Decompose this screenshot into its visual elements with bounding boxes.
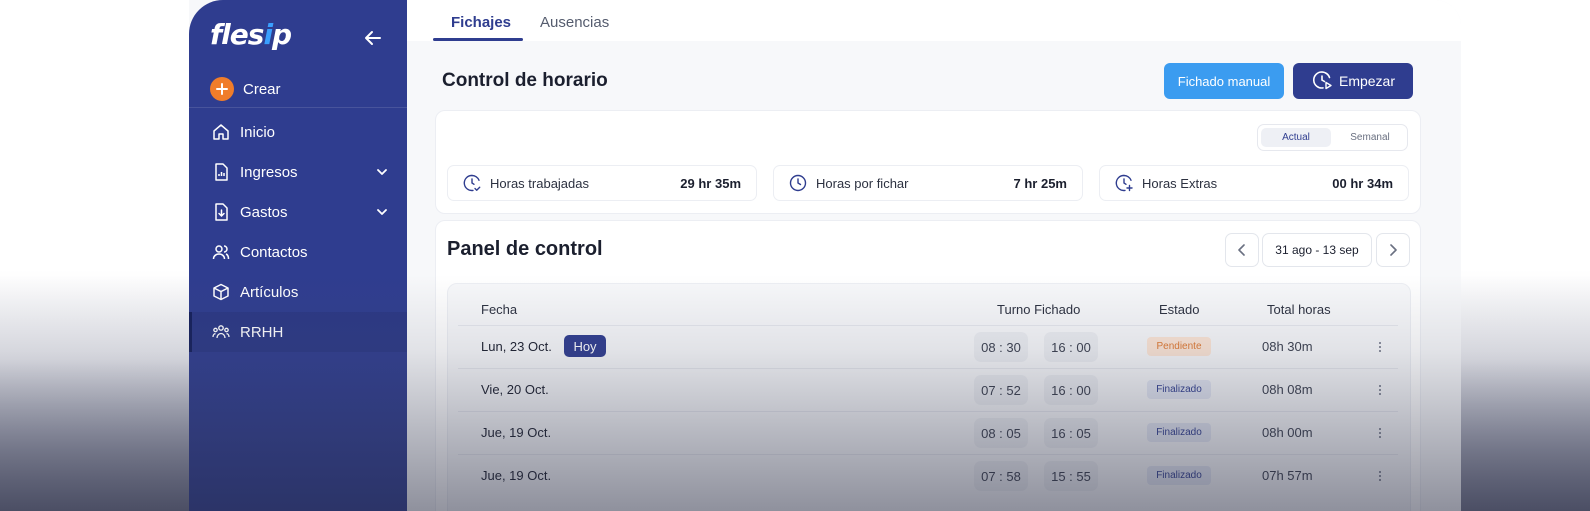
- sidebar-item-label: Artículos: [240, 283, 299, 301]
- clock-out-time[interactable]: 15 : 55: [1044, 461, 1098, 491]
- stat-label: Horas Extras: [1142, 176, 1218, 191]
- manual-clock-label: Fichado manual: [1177, 73, 1271, 89]
- stat-value: 7 hr 25m: [1013, 176, 1067, 191]
- column-header-status: Estado: [1159, 302, 1200, 317]
- toggle-actual[interactable]: Actual: [1261, 128, 1331, 147]
- sidebar-item-gastos[interactable]: Gastos: [189, 192, 407, 232]
- stat-value: 29 hr 35m: [680, 176, 741, 191]
- tab-fichajes[interactable]: Fichajes: [451, 14, 511, 31]
- stat-extra-hours: Horas Extras 00 hr 34m: [1099, 165, 1409, 201]
- sidebar-item-label: RRHH: [240, 323, 284, 341]
- column-header-total: Total horas: [1267, 302, 1331, 317]
- clock-icon: [789, 174, 807, 192]
- sidebar: flesip flesip Crear Inicio Ingres: [189, 0, 407, 511]
- clock-out-time[interactable]: 16 : 05: [1044, 418, 1098, 448]
- row-total: 08h 30m: [1262, 339, 1313, 354]
- stat-value: 00 hr 34m: [1332, 176, 1393, 191]
- sidebar-divider: [189, 107, 407, 108]
- row-total: 08h 00m: [1262, 425, 1313, 440]
- sidebar-item-label: Ingresos: [240, 163, 298, 181]
- active-tab-indicator: [433, 38, 523, 41]
- clock-check-icon: [463, 174, 481, 192]
- sidebar-item-label: Contactos: [240, 243, 308, 261]
- start-label: Empezar: [1338, 73, 1396, 89]
- sidebar-item-inicio[interactable]: Inicio: [189, 112, 407, 152]
- chevron-right-icon: [1390, 244, 1397, 256]
- row-date: Vie, 20 Oct.: [481, 382, 549, 397]
- clock-plus-icon: [1115, 174, 1133, 192]
- date-range-selector[interactable]: 31 ago - 13 sep: [1262, 233, 1372, 267]
- stat-label: Horas por fichar: [816, 176, 909, 191]
- table-row[interactable]: Jue, 19 Oct. 07 : 58 15 : 55 Finalizado …: [458, 454, 1398, 498]
- box-icon: [211, 282, 231, 302]
- clock-out-time[interactable]: 16 : 00: [1044, 375, 1098, 405]
- control-panel-card: Panel de control 31 ago - 13 sep Fecha T…: [435, 220, 1421, 511]
- home-icon: [211, 122, 231, 142]
- table-row[interactable]: Lun, 23 Oct. Hoy 08 : 30 16 : 00 Pendien…: [458, 325, 1398, 369]
- row-total: 08h 08m: [1262, 382, 1313, 397]
- arrow-left-icon[interactable]: [363, 28, 383, 48]
- prev-period-button[interactable]: [1225, 233, 1259, 267]
- more-options-icon[interactable]: [1373, 467, 1387, 485]
- clock-in-time[interactable]: 08 : 30: [974, 332, 1028, 362]
- page-title: Control de horario: [442, 70, 608, 91]
- chevron-down-icon[interactable]: [375, 205, 389, 219]
- status-badge: Finalizado: [1147, 466, 1211, 485]
- plus-icon: [210, 77, 234, 101]
- stat-label: Horas trabajadas: [490, 176, 589, 191]
- sidebar-item-label: Gastos: [240, 203, 288, 221]
- chevron-left-icon: [1238, 244, 1245, 256]
- clock-in-time[interactable]: 07 : 52: [974, 375, 1028, 405]
- sidebar-nav: Inicio Ingresos Gastos Contactos Artícul…: [189, 112, 407, 352]
- row-total: 07h 57m: [1262, 468, 1313, 483]
- stat-worked-hours: Horas trabajadas 29 hr 35m: [447, 165, 757, 201]
- row-date: Lun, 23 Oct.: [481, 339, 552, 354]
- toggle-semanal[interactable]: Semanal: [1336, 128, 1404, 147]
- row-date: Jue, 19 Oct.: [481, 468, 552, 483]
- more-options-icon[interactable]: [1373, 338, 1387, 356]
- app-window: flesip flesip Crear Inicio Ingres: [189, 0, 1461, 511]
- table-row[interactable]: Vie, 20 Oct. 07 : 52 16 : 00 Finalizado …: [458, 368, 1398, 412]
- panel-title: Panel de control: [447, 238, 603, 260]
- summary-card: Actual Semanal Horas trabajadas 29 hr 35…: [435, 110, 1421, 214]
- sidebar-item-rrhh[interactable]: RRHH: [189, 312, 407, 352]
- tab-ausencias[interactable]: Ausencias: [540, 14, 609, 31]
- main-content: Fichajes Ausencias Control de horario Fi…: [407, 0, 1461, 511]
- status-badge: Finalizado: [1147, 380, 1211, 399]
- create-button[interactable]: Crear: [210, 77, 281, 101]
- sidebar-item-label: Inicio: [240, 123, 276, 141]
- start-button[interactable]: Empezar: [1293, 63, 1413, 99]
- sidebar-item-ingresos[interactable]: Ingresos: [189, 152, 407, 192]
- sidebar-item-contactos[interactable]: Contactos: [189, 232, 407, 272]
- timesheet-table: Fecha Turno Fichado Estado Total horas L…: [447, 283, 1411, 511]
- create-label: Crear: [243, 80, 281, 98]
- users-icon: [211, 242, 231, 262]
- chevron-down-icon[interactable]: [375, 165, 389, 179]
- sidebar-item-articulos[interactable]: Artículos: [189, 272, 407, 312]
- clock-play-icon: [1311, 69, 1333, 94]
- column-header-date: Fecha: [481, 302, 518, 317]
- more-options-icon[interactable]: [1373, 381, 1387, 399]
- clock-in-time[interactable]: 08 : 05: [974, 418, 1028, 448]
- stat-pending-hours: Horas por fichar 7 hr 25m: [773, 165, 1083, 201]
- more-options-icon[interactable]: [1373, 424, 1387, 442]
- tab-bar: Fichajes Ausencias: [407, 0, 1461, 41]
- status-badge: Pendiente: [1147, 337, 1211, 356]
- period-toggle: Actual Semanal: [1257, 124, 1408, 151]
- invoice-icon: [211, 162, 231, 182]
- today-badge: Hoy: [564, 335, 606, 357]
- row-date: Jue, 19 Oct.: [481, 425, 552, 440]
- next-period-button[interactable]: [1376, 233, 1410, 267]
- column-header-shift: Turno Fichado: [997, 302, 1081, 317]
- download-doc-icon: [211, 202, 231, 222]
- clock-in-time[interactable]: 07 : 58: [974, 461, 1028, 491]
- table-row[interactable]: Jue, 19 Oct. 08 : 05 16 : 05 Finalizado …: [458, 411, 1398, 455]
- clock-out-time[interactable]: 16 : 00: [1044, 332, 1098, 362]
- team-icon: [211, 322, 231, 342]
- app-logo[interactable]: flesip: [210, 18, 292, 51]
- manual-clock-button[interactable]: Fichado manual: [1164, 63, 1284, 99]
- status-badge: Finalizado: [1147, 423, 1211, 442]
